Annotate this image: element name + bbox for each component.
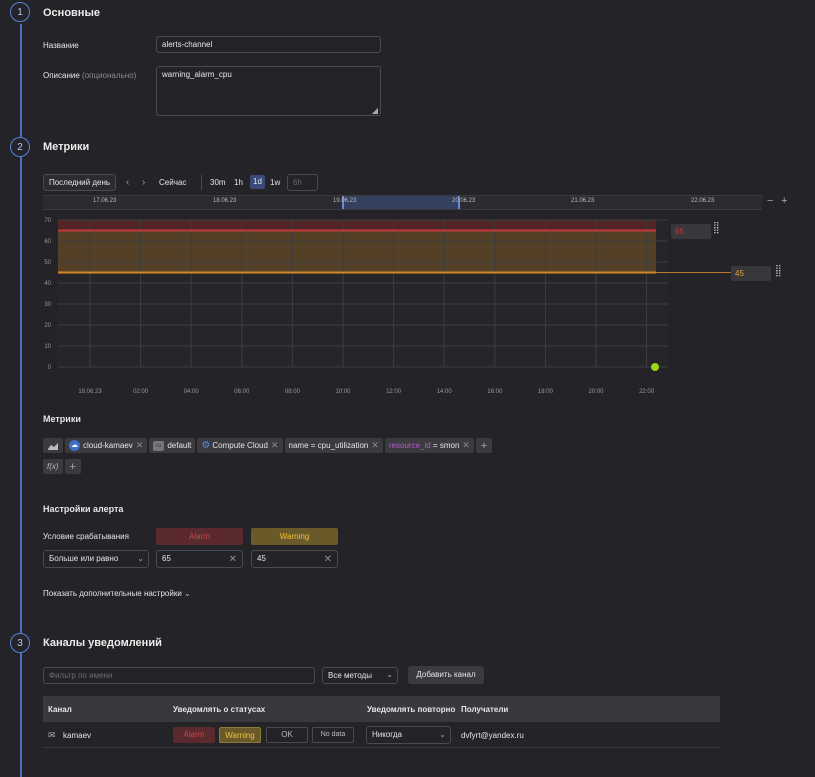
folder-icon: ▭	[153, 440, 165, 451]
chip-label-resource[interactable]: resource_id = smon ✕	[384, 438, 474, 453]
chip-folder-text: default	[167, 441, 192, 450]
chip-key: resource_id	[388, 441, 431, 450]
warning-threshold-input-value: 45	[257, 554, 266, 563]
y-tick-label: 70	[44, 218, 51, 224]
close-icon[interactable]: ✕	[371, 440, 379, 451]
y-tick-label: 0	[48, 365, 52, 371]
status-toggle-ok[interactable]: OK	[266, 727, 308, 743]
chip-op: =	[308, 441, 318, 450]
status-toggle-warning[interactable]: Warning	[219, 727, 261, 743]
metrics-chart[interactable]: 0 10 20 30 40 50 60 70 19.06.23 02:00 04:00 06:00 08…	[0, 0, 815, 777]
col-header-channel: Канал	[48, 705, 72, 714]
area-chart-icon[interactable]	[43, 438, 63, 453]
chip-value: cpu_utilization	[317, 441, 369, 450]
add-query-button[interactable]: +	[64, 459, 81, 474]
data-point	[651, 363, 660, 371]
warning-threshold-handle[interactable]: 45	[731, 266, 771, 281]
more-settings-link[interactable]: Показать дополнительные настройки ⌄	[43, 589, 191, 598]
x-tick-label: 18:00	[538, 389, 554, 395]
y-tick-label: 30	[44, 302, 51, 308]
chip-service[interactable]: ⚙ Compute Cloud ✕	[197, 438, 283, 453]
col-header-recipients: Получатели	[461, 705, 509, 714]
chip-key: name	[288, 441, 309, 450]
alarm-threshold-input-value: 65	[162, 554, 171, 563]
condition-label: Условие срабатывания	[43, 532, 129, 541]
status-toggle-nodata[interactable]: No data	[312, 727, 354, 743]
x-tick-label: 02:00	[133, 389, 149, 395]
chevron-down-icon: ⌄	[184, 589, 191, 598]
channel-filter-input[interactable]: Фильтр по имени	[43, 667, 315, 684]
chevron-down-icon: ⌄	[439, 730, 446, 739]
alarm-threshold-handle[interactable]: 65	[671, 224, 711, 239]
gear-icon: ⚙	[201, 440, 211, 451]
metrics-query-title: Метрики	[43, 414, 81, 424]
function-row: f(x) +	[43, 459, 83, 474]
condition-select-value: Больше или равно	[49, 554, 119, 563]
x-tick-label: 08:00	[285, 389, 301, 395]
mail-icon: ✉	[48, 730, 56, 740]
warning-threshold-input[interactable]: 45 ✕	[251, 550, 338, 568]
y-tick-label: 10	[44, 344, 51, 350]
add-channel-button[interactable]: Добавить канал	[408, 666, 484, 684]
y-tick-label: 40	[44, 281, 51, 287]
alert-settings-title: Настройки алерта	[43, 504, 124, 514]
chevron-down-icon: ⌄	[137, 554, 144, 563]
x-tick-label: 10:00	[335, 389, 351, 395]
x-tick-label: 19.06.23	[78, 389, 102, 395]
chip-value: smon	[439, 441, 460, 450]
col-header-statuses: Уведомлять о статусах	[173, 705, 266, 714]
methods-select-value: Все методы	[328, 671, 372, 680]
clear-icon[interactable]: ✕	[229, 554, 237, 565]
methods-select[interactable]: Все методы ⌄	[322, 667, 398, 684]
x-tick-label: 22:00	[639, 389, 655, 395]
x-tick-label: 14:00	[437, 389, 453, 395]
status-toggle-alarm[interactable]: Alarm	[173, 727, 215, 743]
alarm-header: Alarm	[156, 528, 243, 545]
metric-query-row: ☁ cloud-kamaev ✕ ▭ default ⚙ Compute Clo…	[43, 438, 494, 453]
x-tick-label: 20:00	[588, 389, 604, 395]
warning-threshold-value: 45	[735, 269, 744, 278]
warning-drag-icon[interactable]: ⠿ ⠿	[775, 265, 782, 279]
alarm-threshold-value: 65	[675, 227, 684, 236]
repeat-select-value: Никогда	[372, 730, 402, 739]
y-tick-label: 60	[44, 239, 51, 245]
cloud-icon: ☁	[69, 440, 80, 451]
y-tick-label: 20	[44, 323, 51, 329]
channel-name[interactable]: kamaev	[63, 731, 91, 740]
alarm-drag-icon[interactable]: ⠿ ⠿	[713, 222, 720, 236]
recipients: dvfyrt@yandex.ru	[461, 731, 524, 740]
repeat-select[interactable]: Никогда ⌄	[366, 726, 451, 744]
add-label-button[interactable]: +	[475, 438, 492, 453]
chip-service-text: Compute Cloud	[212, 441, 268, 450]
close-icon[interactable]: ✕	[271, 440, 279, 451]
function-button[interactable]: f(x)	[43, 459, 63, 474]
x-tick-label: 06:00	[234, 389, 250, 395]
alarm-band	[58, 220, 656, 231]
chip-label-name[interactable]: name = cpu_utilization ✕	[284, 438, 383, 453]
y-tick-label: 50	[44, 260, 51, 266]
condition-select[interactable]: Больше или равно ⌄	[43, 550, 149, 568]
alarm-threshold-input[interactable]: 65 ✕	[156, 550, 243, 568]
x-tick-label: 04:00	[184, 389, 200, 395]
warning-header: Warning	[251, 528, 338, 545]
step-3-indicator: 3	[10, 633, 30, 653]
x-tick-label: 16:00	[487, 389, 503, 395]
chip-folder[interactable]: ▭ default	[149, 438, 196, 453]
more-settings-text: Показать дополнительные настройки	[43, 589, 182, 598]
chip-cloud[interactable]: ☁ cloud-kamaev ✕	[65, 438, 148, 453]
warning-band	[58, 230, 656, 273]
chevron-down-icon: ⌄	[386, 670, 393, 679]
chip-cloud-text: cloud-kamaev	[83, 441, 133, 450]
clear-icon[interactable]: ✕	[324, 554, 332, 565]
close-icon[interactable]: ✕	[136, 440, 144, 451]
section-title-channels: Каналы уведомлений	[43, 637, 162, 649]
chip-op: =	[430, 441, 440, 450]
x-tick-label: 12:00	[386, 389, 402, 395]
col-header-repeat: Уведомлять повторно	[367, 705, 456, 714]
close-icon[interactable]: ✕	[462, 440, 470, 451]
